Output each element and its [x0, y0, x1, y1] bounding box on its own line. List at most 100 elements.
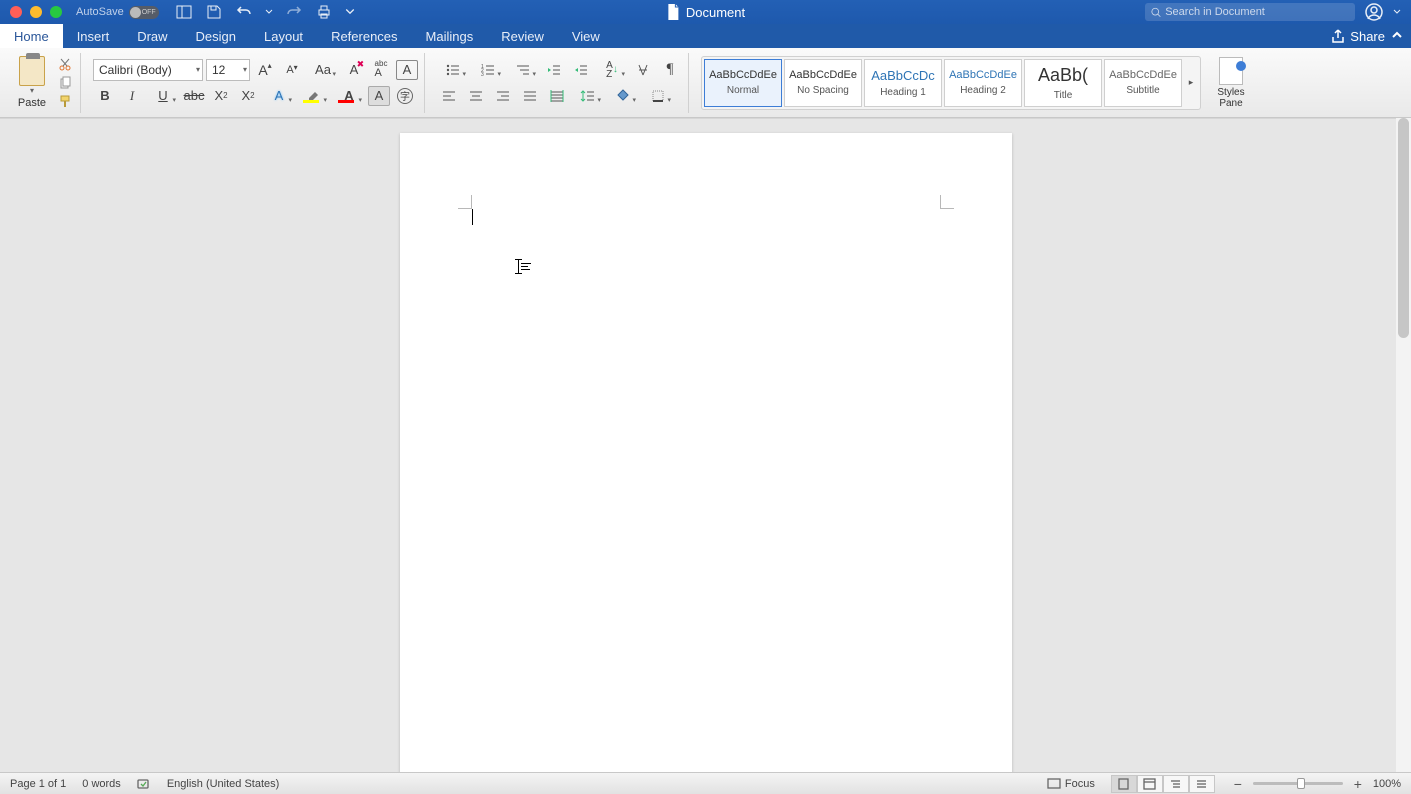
word-count[interactable]: 0 words: [82, 778, 121, 790]
account-dropdown[interactable]: [1393, 3, 1401, 21]
align-left-button[interactable]: [437, 85, 461, 107]
style-no-spacing[interactable]: AaBbCcDdEeNo Spacing: [784, 59, 862, 107]
zoom-window-button[interactable]: [50, 6, 62, 18]
vertical-scrollbar[interactable]: [1396, 118, 1411, 772]
svg-text:3: 3: [481, 72, 484, 78]
tab-design[interactable]: Design: [182, 24, 250, 48]
font-size-combo[interactable]: 12▾: [206, 59, 250, 81]
tab-review[interactable]: Review: [487, 24, 558, 48]
tab-view[interactable]: View: [558, 24, 614, 48]
highlight-button[interactable]: ▾: [298, 85, 330, 107]
show-paragraph-marks-button[interactable]: ¶: [658, 59, 682, 81]
print-layout-view-button[interactable]: [1111, 775, 1137, 793]
align-right-button[interactable]: [491, 85, 515, 107]
print-button[interactable]: [315, 3, 333, 21]
zoom-out-button[interactable]: −: [1231, 777, 1245, 791]
font-color-button[interactable]: A▾: [333, 85, 365, 107]
phonetic-guide-button[interactable]: abcA: [369, 59, 393, 81]
document-title: Document: [666, 4, 745, 20]
scrollbar-thumb[interactable]: [1398, 118, 1409, 338]
undo-dropdown[interactable]: [265, 3, 273, 21]
minimize-window-button[interactable]: [30, 6, 42, 18]
qat-customize-dropdown[interactable]: [345, 3, 355, 21]
autosave-control[interactable]: AutoSave OFF: [76, 6, 159, 19]
search-input[interactable]: [1165, 6, 1349, 18]
page[interactable]: [400, 133, 1012, 772]
outline-view-button[interactable]: [1163, 775, 1189, 793]
change-case-button[interactable]: Aa▾: [307, 59, 339, 81]
status-bar: Page 1 of 1 0 words English (United Stat…: [0, 772, 1411, 794]
numbering-button[interactable]: 123▾: [472, 59, 504, 81]
web-layout-view-button[interactable]: [1137, 775, 1163, 793]
document-area[interactable]: [0, 118, 1411, 772]
underline-button[interactable]: U▾: [147, 85, 179, 107]
styles-more-button[interactable]: ▸: [1184, 59, 1198, 107]
borders-button[interactable]: ▾: [642, 85, 674, 107]
bullets-button[interactable]: ▾: [437, 59, 469, 81]
focus-mode-button[interactable]: Focus: [1047, 777, 1095, 791]
clear-formatting-button[interactable]: A✖: [342, 59, 366, 81]
style-subtitle[interactable]: AaBbCcDdEeSubtitle: [1104, 59, 1182, 107]
shading-button[interactable]: ▾: [607, 85, 639, 107]
bold-button[interactable]: B: [93, 85, 117, 107]
copy-button[interactable]: [56, 75, 74, 91]
text-effects-button[interactable]: A▾: [263, 85, 295, 107]
cut-button[interactable]: [56, 56, 74, 72]
styles-pane-button[interactable]: Styles Pane: [1207, 57, 1255, 109]
toggle-file-browser-button[interactable]: [175, 3, 193, 21]
zoom-percentage[interactable]: 100%: [1373, 778, 1401, 790]
align-center-button[interactable]: [464, 85, 488, 107]
close-window-button[interactable]: [10, 6, 22, 18]
styles-gallery: AaBbCcDdEeNormal AaBbCcDdEeNo Spacing Aa…: [701, 56, 1201, 110]
language-indicator[interactable]: English (United States): [167, 778, 280, 790]
draft-view-button[interactable]: [1189, 775, 1215, 793]
style-title[interactable]: AaBb(Title: [1024, 59, 1102, 107]
share-button[interactable]: Share: [1331, 29, 1385, 44]
justify-button[interactable]: [518, 85, 542, 107]
font-name-combo[interactable]: Calibri (Body)▾: [93, 59, 203, 81]
zoom-slider[interactable]: [1253, 782, 1343, 785]
style-normal[interactable]: AaBbCcDdEeNormal: [704, 59, 782, 107]
superscript-button[interactable]: X2: [236, 85, 260, 107]
tab-draw[interactable]: Draw: [123, 24, 181, 48]
asian-layout-button[interactable]: [631, 59, 655, 81]
increase-indent-button[interactable]: [569, 59, 593, 81]
subscript-button[interactable]: X2: [209, 85, 233, 107]
distributed-button[interactable]: [545, 85, 569, 107]
redo-button[interactable]: [285, 3, 303, 21]
zoom-slider-knob[interactable]: [1297, 778, 1305, 789]
enclose-characters-button[interactable]: 字: [393, 85, 417, 107]
italic-button[interactable]: I: [120, 85, 144, 107]
spellcheck-button[interactable]: [137, 777, 151, 791]
character-shading-button[interactable]: A: [368, 86, 390, 106]
strikethrough-button[interactable]: abc: [182, 85, 206, 107]
character-border-button[interactable]: A: [396, 60, 418, 80]
style-heading-1[interactable]: AaBbCcDcHeading 1: [864, 59, 942, 107]
account-button[interactable]: [1365, 3, 1383, 21]
multilevel-list-button[interactable]: ▾: [507, 59, 539, 81]
search-icon: [1151, 7, 1161, 18]
search-box[interactable]: [1145, 3, 1355, 21]
page-indicator[interactable]: Page 1 of 1: [10, 778, 66, 790]
collapse-ribbon-button[interactable]: [1391, 29, 1403, 44]
undo-button[interactable]: [235, 3, 253, 21]
grow-font-button[interactable]: A▴: [253, 59, 277, 81]
style-heading-2[interactable]: AaBbCcDdEeHeading 2: [944, 59, 1022, 107]
tab-layout[interactable]: Layout: [250, 24, 317, 48]
save-button[interactable]: [205, 3, 223, 21]
autosave-toggle[interactable]: OFF: [129, 6, 159, 19]
sort-button[interactable]: AZ↓▾: [596, 59, 628, 81]
decrease-indent-button[interactable]: [542, 59, 566, 81]
margin-marker-top-right: [940, 195, 954, 209]
autosave-label: AutoSave: [76, 6, 124, 18]
tab-insert[interactable]: Insert: [63, 24, 124, 48]
document-icon: [666, 4, 680, 20]
paste-button[interactable]: ▾ Paste: [12, 56, 52, 109]
tab-home[interactable]: Home: [0, 24, 63, 48]
shrink-font-button[interactable]: A▾: [280, 59, 304, 81]
line-spacing-button[interactable]: ▾: [572, 85, 604, 107]
tab-mailings[interactable]: Mailings: [412, 24, 488, 48]
zoom-in-button[interactable]: +: [1351, 777, 1365, 791]
tab-references[interactable]: References: [317, 24, 411, 48]
format-painter-button[interactable]: [56, 94, 74, 110]
